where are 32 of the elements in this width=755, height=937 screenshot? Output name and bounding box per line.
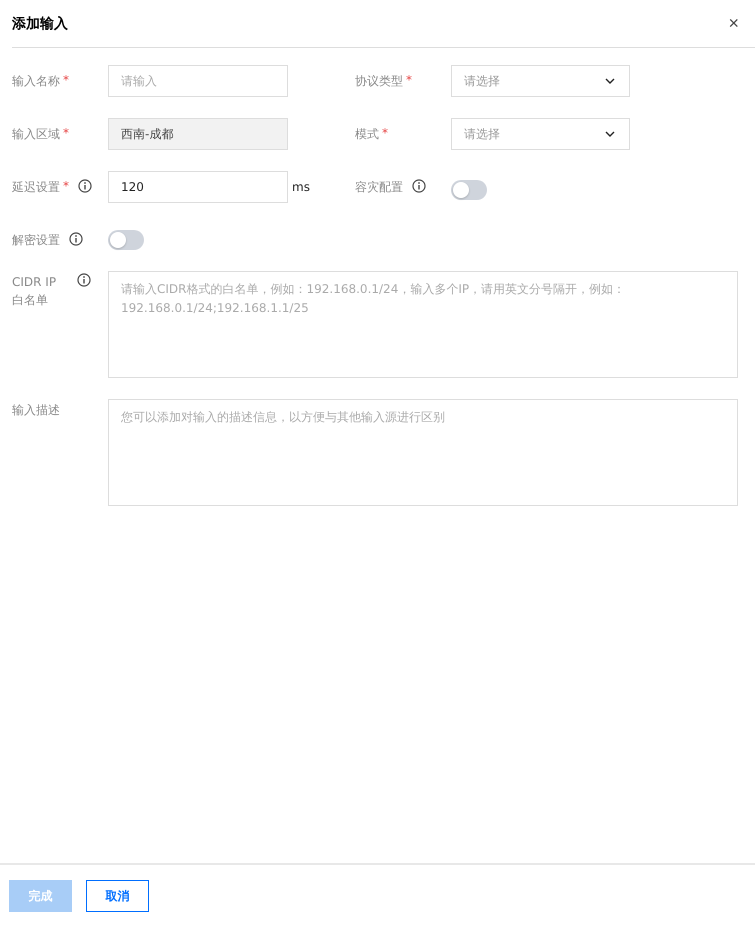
field-label: 输入名称 [12,73,60,90]
unit-label: ms [292,180,310,194]
input-field[interactable]: 请输入 [108,65,288,97]
field-label: 解密设置 [12,232,60,249]
toggle-switch[interactable] [451,180,487,200]
required-mark: * [382,126,388,140]
text-area[interactable]: 请输入CIDR格式的白名单，例如：192.168.0.1/24，输入多个IP，请用英文分号隔开，例如：192.168.0.1/24;192.168.1.1/25 [108,271,738,378]
close-button[interactable]: × [724,13,743,34]
required-mark: * [63,179,69,193]
toggle-switch[interactable] [108,230,144,250]
cancel-button[interactable]: 取消 [86,880,149,912]
dialog-title: 添加输入 [12,14,68,32]
select-field[interactable]: 请选择 [451,118,630,150]
field-label: 延迟设置 [12,179,60,196]
field-label: 输入区域 [12,126,60,143]
info-icon[interactable] [78,179,92,193]
required-mark: * [63,126,69,140]
field-label: 协议类型 [355,73,403,90]
field-label: 输入描述 [12,402,61,419]
required-mark: * [406,73,412,87]
info-icon[interactable] [412,179,426,193]
info-icon[interactable] [69,232,83,246]
required-mark: * [63,73,69,87]
text-area[interactable]: 您可以添加对输入的描述信息，以方便与其他输入源进行区别 [108,399,738,506]
input-field[interactable]: 120 [108,171,288,203]
select-field[interactable]: 请选择 [451,65,630,97]
caret-icon [605,78,615,84]
field-label: CIDR IP 白名单 [12,274,58,309]
field-label: 模式 [355,126,379,143]
field-label: 容灾配置 [355,179,403,196]
caret-icon [605,131,615,137]
info-icon[interactable] [77,273,91,287]
